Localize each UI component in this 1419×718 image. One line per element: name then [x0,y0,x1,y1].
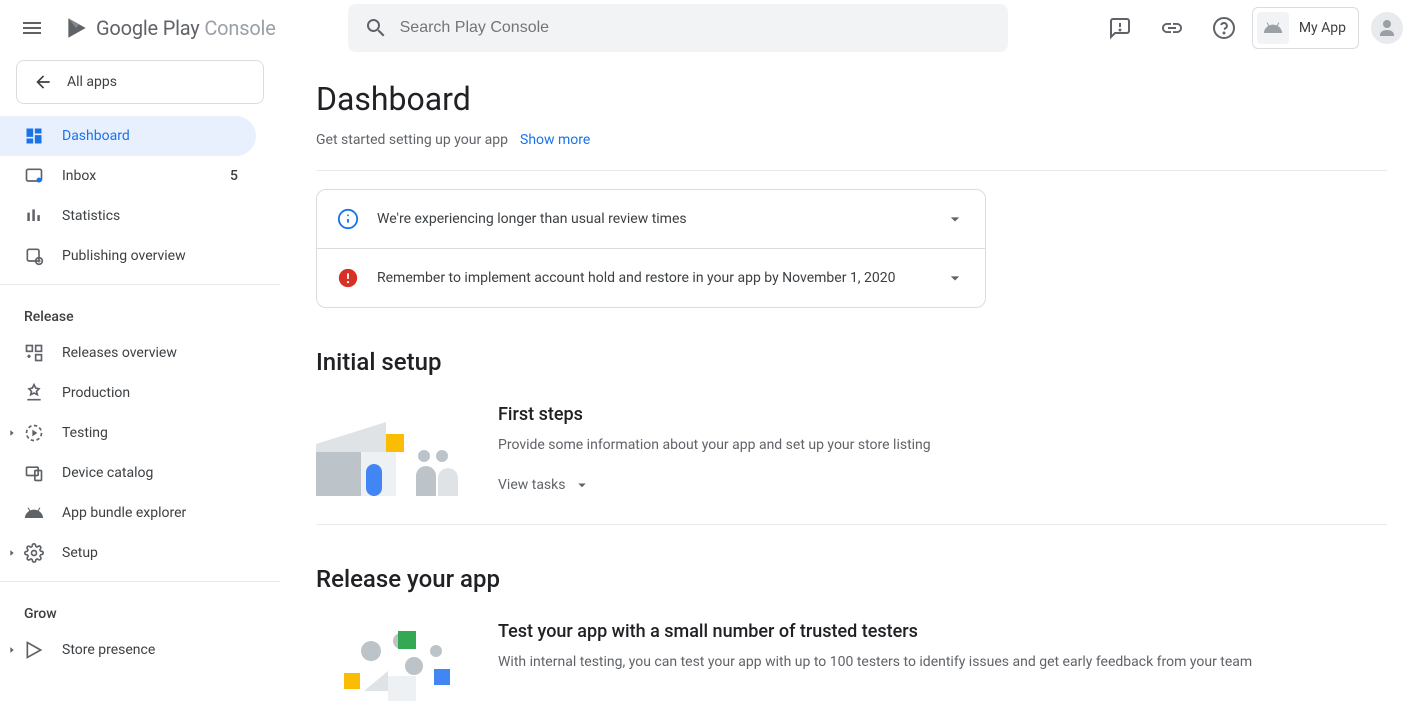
subtitle-row: Get started setting up your app Show mor… [316,132,1387,171]
search-icon [364,16,388,40]
illustration [316,404,466,496]
user-avatar[interactable] [1371,12,1403,44]
nav-label: Inbox [62,168,96,184]
nav-store-presence[interactable]: Store presence [0,630,256,670]
nav-dashboard[interactable]: Dashboard [0,116,256,156]
alert-message: We're experiencing longer than usual rev… [377,211,927,227]
illustration [316,621,466,713]
inbox-icon [24,166,44,186]
card-description: Provide some information about your app … [498,435,931,456]
nav-label: Testing [62,425,108,441]
main-content: Dashboard Get started setting up your ap… [280,56,1419,718]
nav-label: Setup [62,545,98,561]
section-grow-title: Grow [0,590,280,630]
nav-inbox[interactable]: Inbox 5 [0,156,256,196]
nav-testing[interactable]: Testing [0,413,256,453]
play-logo-icon [64,15,90,41]
alert-error[interactable]: Remember to implement account hold and r… [317,248,985,307]
nav-label: Store presence [62,642,155,658]
user-icon [1375,16,1399,40]
logo[interactable]: Google Play Console [64,15,276,41]
bundle-icon [24,503,44,523]
app-header: Google Play Console My App [0,0,1419,56]
help-button[interactable] [1200,4,1248,52]
divider [0,581,280,582]
section-release-title: Release [0,293,280,333]
header-actions: My App [1096,4,1403,52]
inbox-badge: 5 [230,168,238,184]
store-icon [24,640,44,660]
card-title: Test your app with a small number of tru… [498,621,1252,642]
nav-label: Releases overview [62,345,177,361]
chevron-down-icon [945,209,965,229]
feedback-icon [1108,16,1132,40]
releases-icon [24,343,44,363]
link-button[interactable] [1148,4,1196,52]
alert-info[interactable]: We're experiencing longer than usual rev… [317,190,985,248]
nav-label: Publishing overview [62,248,186,264]
caret-right-icon [4,428,20,438]
hamburger-icon [20,16,44,40]
search-input[interactable] [400,19,992,37]
card-description: With internal testing, you can test your… [498,652,1252,673]
device-icon [24,463,44,483]
nav-label: Statistics [62,208,120,224]
logo-text-play: Google Play [96,16,200,40]
app-name: My App [1299,20,1346,36]
gear-icon [24,543,44,563]
divider [0,284,280,285]
divider [316,524,1387,525]
nav-statistics[interactable]: Statistics [0,196,256,236]
caret-right-icon [4,645,20,655]
chevron-down-icon [573,476,591,494]
stats-icon [24,206,44,226]
alerts-panel: We're experiencing longer than usual rev… [316,189,986,308]
show-more-link[interactable]: Show more [520,132,590,148]
page-title: Dashboard [316,80,1387,118]
nav-setup[interactable]: Setup [0,533,256,573]
page-subtitle: Get started setting up your app [316,132,508,148]
nav-releases-overview[interactable]: Releases overview [0,333,256,373]
caret-right-icon [4,548,20,558]
card-title: First steps [498,404,931,425]
nav-label: Device catalog [62,465,153,481]
publish-icon [24,246,44,266]
info-icon [337,208,359,230]
app-selector[interactable]: My App [1252,7,1359,49]
card-action-label: View tasks [498,477,565,493]
logo-text-console: Console [204,16,275,40]
card-first-steps: First steps Provide some information abo… [316,404,1387,524]
nav-label: Dashboard [62,128,130,144]
nav-app-bundle-explorer[interactable]: App bundle explorer [0,493,256,533]
nav-publishing-overview[interactable]: Publishing overview [0,236,256,276]
testing-icon [24,423,44,443]
help-icon [1212,16,1236,40]
chevron-down-icon [945,268,965,288]
nav-production[interactable]: Production [0,373,256,413]
all-apps-button[interactable]: All apps [16,60,264,104]
production-icon [24,383,44,403]
card-test-app: Test your app with a small number of tru… [316,621,1387,718]
section-release-app-title: Release your app [316,565,1387,593]
nav-device-catalog[interactable]: Device catalog [0,453,256,493]
arrow-left-icon [33,72,53,92]
view-tasks-button[interactable]: View tasks [498,476,931,494]
nav-label: Production [62,385,130,401]
menu-button[interactable] [8,4,56,52]
alert-message: Remember to implement account hold and r… [377,270,927,286]
android-icon [1257,12,1289,44]
error-icon [337,267,359,289]
all-apps-label: All apps [67,74,117,90]
sidebar: All apps Dashboard Inbox 5 Statistics Pu… [0,56,280,718]
search-bar[interactable] [348,4,1008,52]
link-icon [1160,16,1184,40]
section-initial-setup-title: Initial setup [316,348,1387,376]
nav-label: App bundle explorer [62,505,186,521]
dashboard-icon [24,126,44,146]
feedback-button[interactable] [1096,4,1144,52]
